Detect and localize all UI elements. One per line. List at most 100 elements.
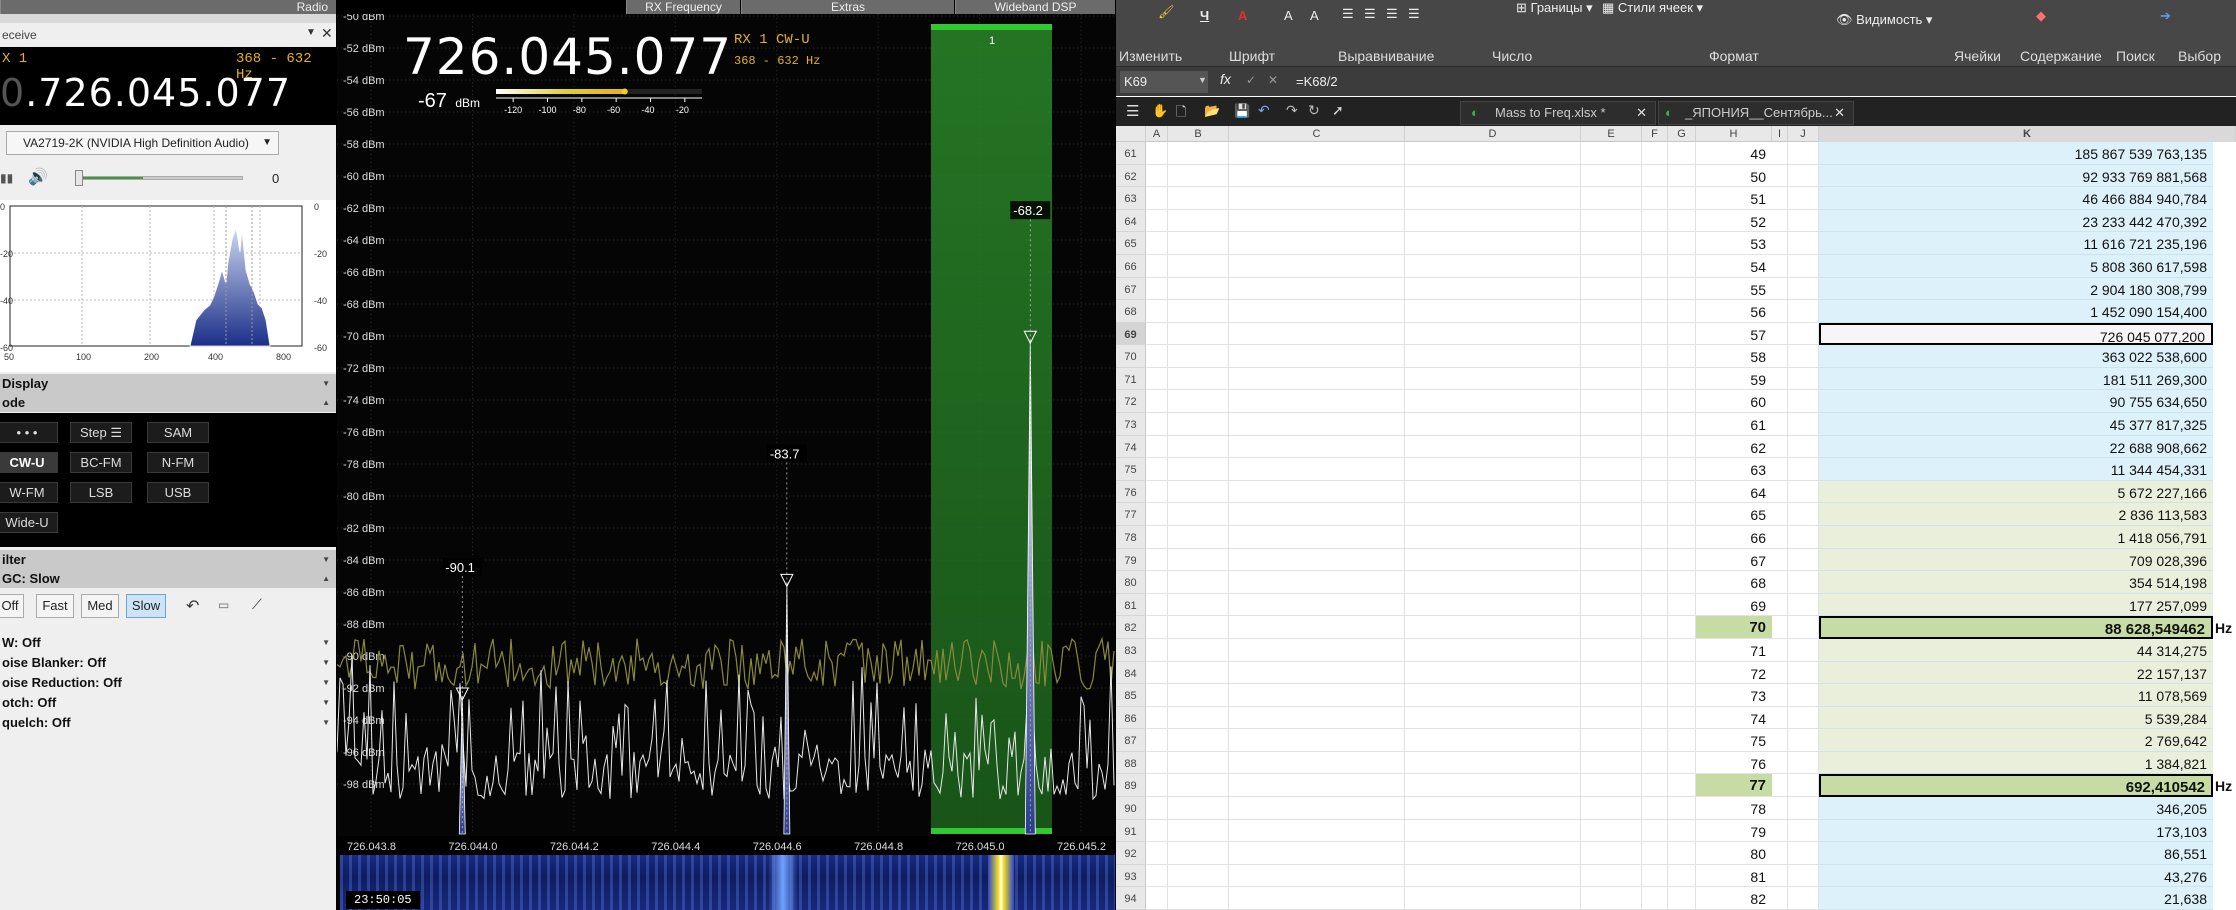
close-icon[interactable]: ✕: [1834, 102, 1845, 124]
undo-icon[interactable]: ↶: [186, 596, 199, 616]
row-number[interactable]: 85: [1116, 684, 1146, 707]
select-all-corner[interactable]: [1116, 126, 1146, 142]
column-header-j[interactable]: J: [1788, 126, 1819, 142]
option-squelch[interactable]: quelch: Off ▼: [0, 713, 336, 733]
cell[interactable]: [1642, 503, 1668, 526]
row-number[interactable]: 67: [1116, 277, 1146, 301]
rx-frequency-display[interactable]: X 1 368 - 632 Hz 0.726.045.077: [0, 47, 336, 125]
mode-cwu-button[interactable]: CW-U: [0, 452, 58, 473]
cell[interactable]: [1405, 187, 1581, 210]
cell[interactable]: [1168, 345, 1229, 368]
cell[interactable]: [1642, 797, 1668, 820]
cell[interactable]: [1405, 480, 1581, 504]
cell-k[interactable]: 173,103: [1819, 819, 2213, 843]
cell[interactable]: [1146, 458, 1168, 481]
cell[interactable]: [1146, 684, 1168, 707]
cell[interactable]: [1146, 638, 1168, 662]
cell[interactable]: [1581, 322, 1642, 346]
column-header-e[interactable]: E: [1581, 126, 1642, 142]
cell[interactable]: [1168, 367, 1229, 391]
cell[interactable]: [1146, 142, 1168, 165]
receive-panel-header[interactable]: eceive ▼ ✕: [0, 23, 336, 47]
close-icon[interactable]: ✕: [1636, 102, 1647, 124]
cell[interactable]: [1668, 638, 1696, 662]
cell[interactable]: [1668, 300, 1696, 323]
column-header-d[interactable]: D: [1405, 126, 1581, 142]
cell[interactable]: [1581, 593, 1642, 617]
cell[interactable]: [1642, 706, 1668, 730]
mixer-icon[interactable]: ▮▮: [0, 171, 13, 185]
cell[interactable]: [1405, 277, 1581, 301]
speaker-icon[interactable]: 🔊: [28, 167, 48, 187]
cell[interactable]: [1146, 435, 1168, 459]
cell[interactable]: [1229, 322, 1405, 346]
cell[interactable]: [1146, 164, 1168, 188]
cell[interactable]: [1788, 842, 1819, 865]
cell[interactable]: [1788, 751, 1819, 775]
cell-k[interactable]: 1 452 090 154,400: [1819, 300, 2213, 323]
cell[interactable]: [1788, 254, 1819, 278]
cell[interactable]: [1168, 706, 1229, 730]
agc-off-button[interactable]: Off: [0, 594, 24, 618]
cell-k[interactable]: 709 028,396: [1819, 548, 2213, 572]
cell-k[interactable]: 5 808 360 617,598: [1819, 254, 2213, 278]
cell[interactable]: [1229, 774, 1405, 798]
cell[interactable]: [1229, 548, 1405, 572]
cell-h[interactable]: 74: [1696, 707, 1772, 730]
cell[interactable]: [1168, 503, 1229, 526]
cell[interactable]: [1229, 638, 1405, 662]
cell[interactable]: [1788, 480, 1819, 504]
row-number[interactable]: 74: [1116, 435, 1146, 459]
cell[interactable]: [1581, 480, 1642, 504]
cell[interactable]: [1405, 706, 1581, 730]
cell-k[interactable]: 181 511 269,300: [1819, 367, 2213, 391]
cell[interactable]: [1581, 142, 1642, 165]
cell[interactable]: [1229, 345, 1405, 368]
mode-more-button[interactable]: • • •: [0, 422, 58, 443]
undo-icon[interactable]: ↶: [1258, 102, 1270, 119]
cell[interactable]: [1788, 232, 1819, 255]
cell[interactable]: [1581, 729, 1642, 752]
row-number[interactable]: 68: [1116, 300, 1146, 323]
cell[interactable]: [1788, 435, 1819, 459]
tab-extras[interactable]: Extras: [741, 0, 954, 14]
spectrum-display[interactable]: -50 dBm -52 dBm -54 dBm -56 dBm -58 dBm -60 d…: [337, 14, 1115, 910]
cell-k[interactable]: 2 836 113,583: [1819, 503, 2213, 526]
cell[interactable]: [1405, 751, 1581, 775]
row-number[interactable]: 76: [1116, 480, 1146, 504]
cell-k[interactable]: 23 233 442 470,392: [1819, 209, 2213, 233]
cell[interactable]: [1168, 390, 1229, 414]
cell[interactable]: [1642, 209, 1668, 233]
cell[interactable]: [1168, 187, 1229, 210]
cell[interactable]: [1229, 661, 1405, 685]
cell[interactable]: [1642, 571, 1668, 594]
cell[interactable]: [1772, 390, 1788, 414]
cell[interactable]: [1229, 367, 1405, 391]
formula-input[interactable]: =K68/2: [1292, 71, 2232, 93]
cell[interactable]: [1772, 661, 1788, 685]
cell[interactable]: [1229, 232, 1405, 255]
cell[interactable]: [1405, 616, 1581, 639]
cell[interactable]: [1581, 706, 1642, 730]
cell-h[interactable]: 80: [1696, 842, 1772, 865]
row-number[interactable]: 92: [1116, 842, 1146, 865]
cell[interactable]: [1788, 277, 1819, 301]
cell-k[interactable]: 90 755 634,650: [1819, 390, 2213, 414]
cell[interactable]: [1229, 616, 1405, 639]
mode-lsb-button[interactable]: LSB: [70, 482, 132, 503]
cell-k[interactable]: 2 904 180 308,799: [1819, 277, 2213, 301]
cell[interactable]: [1168, 458, 1229, 481]
cell[interactable]: [1788, 797, 1819, 820]
cell[interactable]: [1772, 367, 1788, 391]
repeat-icon[interactable]: ↻: [1308, 102, 1320, 119]
cell[interactable]: [1229, 797, 1405, 820]
cell-k[interactable]: 1 418 056,791: [1819, 526, 2213, 549]
cell-h[interactable]: 61: [1696, 413, 1772, 436]
cell[interactable]: [1772, 548, 1788, 572]
cell-k[interactable]: 21,638: [1819, 887, 2213, 910]
cell[interactable]: [1405, 142, 1581, 165]
cell-h[interactable]: 76: [1696, 752, 1772, 775]
cell[interactable]: [1772, 458, 1788, 481]
cell[interactable]: [1581, 638, 1642, 662]
cell[interactable]: [1146, 367, 1168, 391]
